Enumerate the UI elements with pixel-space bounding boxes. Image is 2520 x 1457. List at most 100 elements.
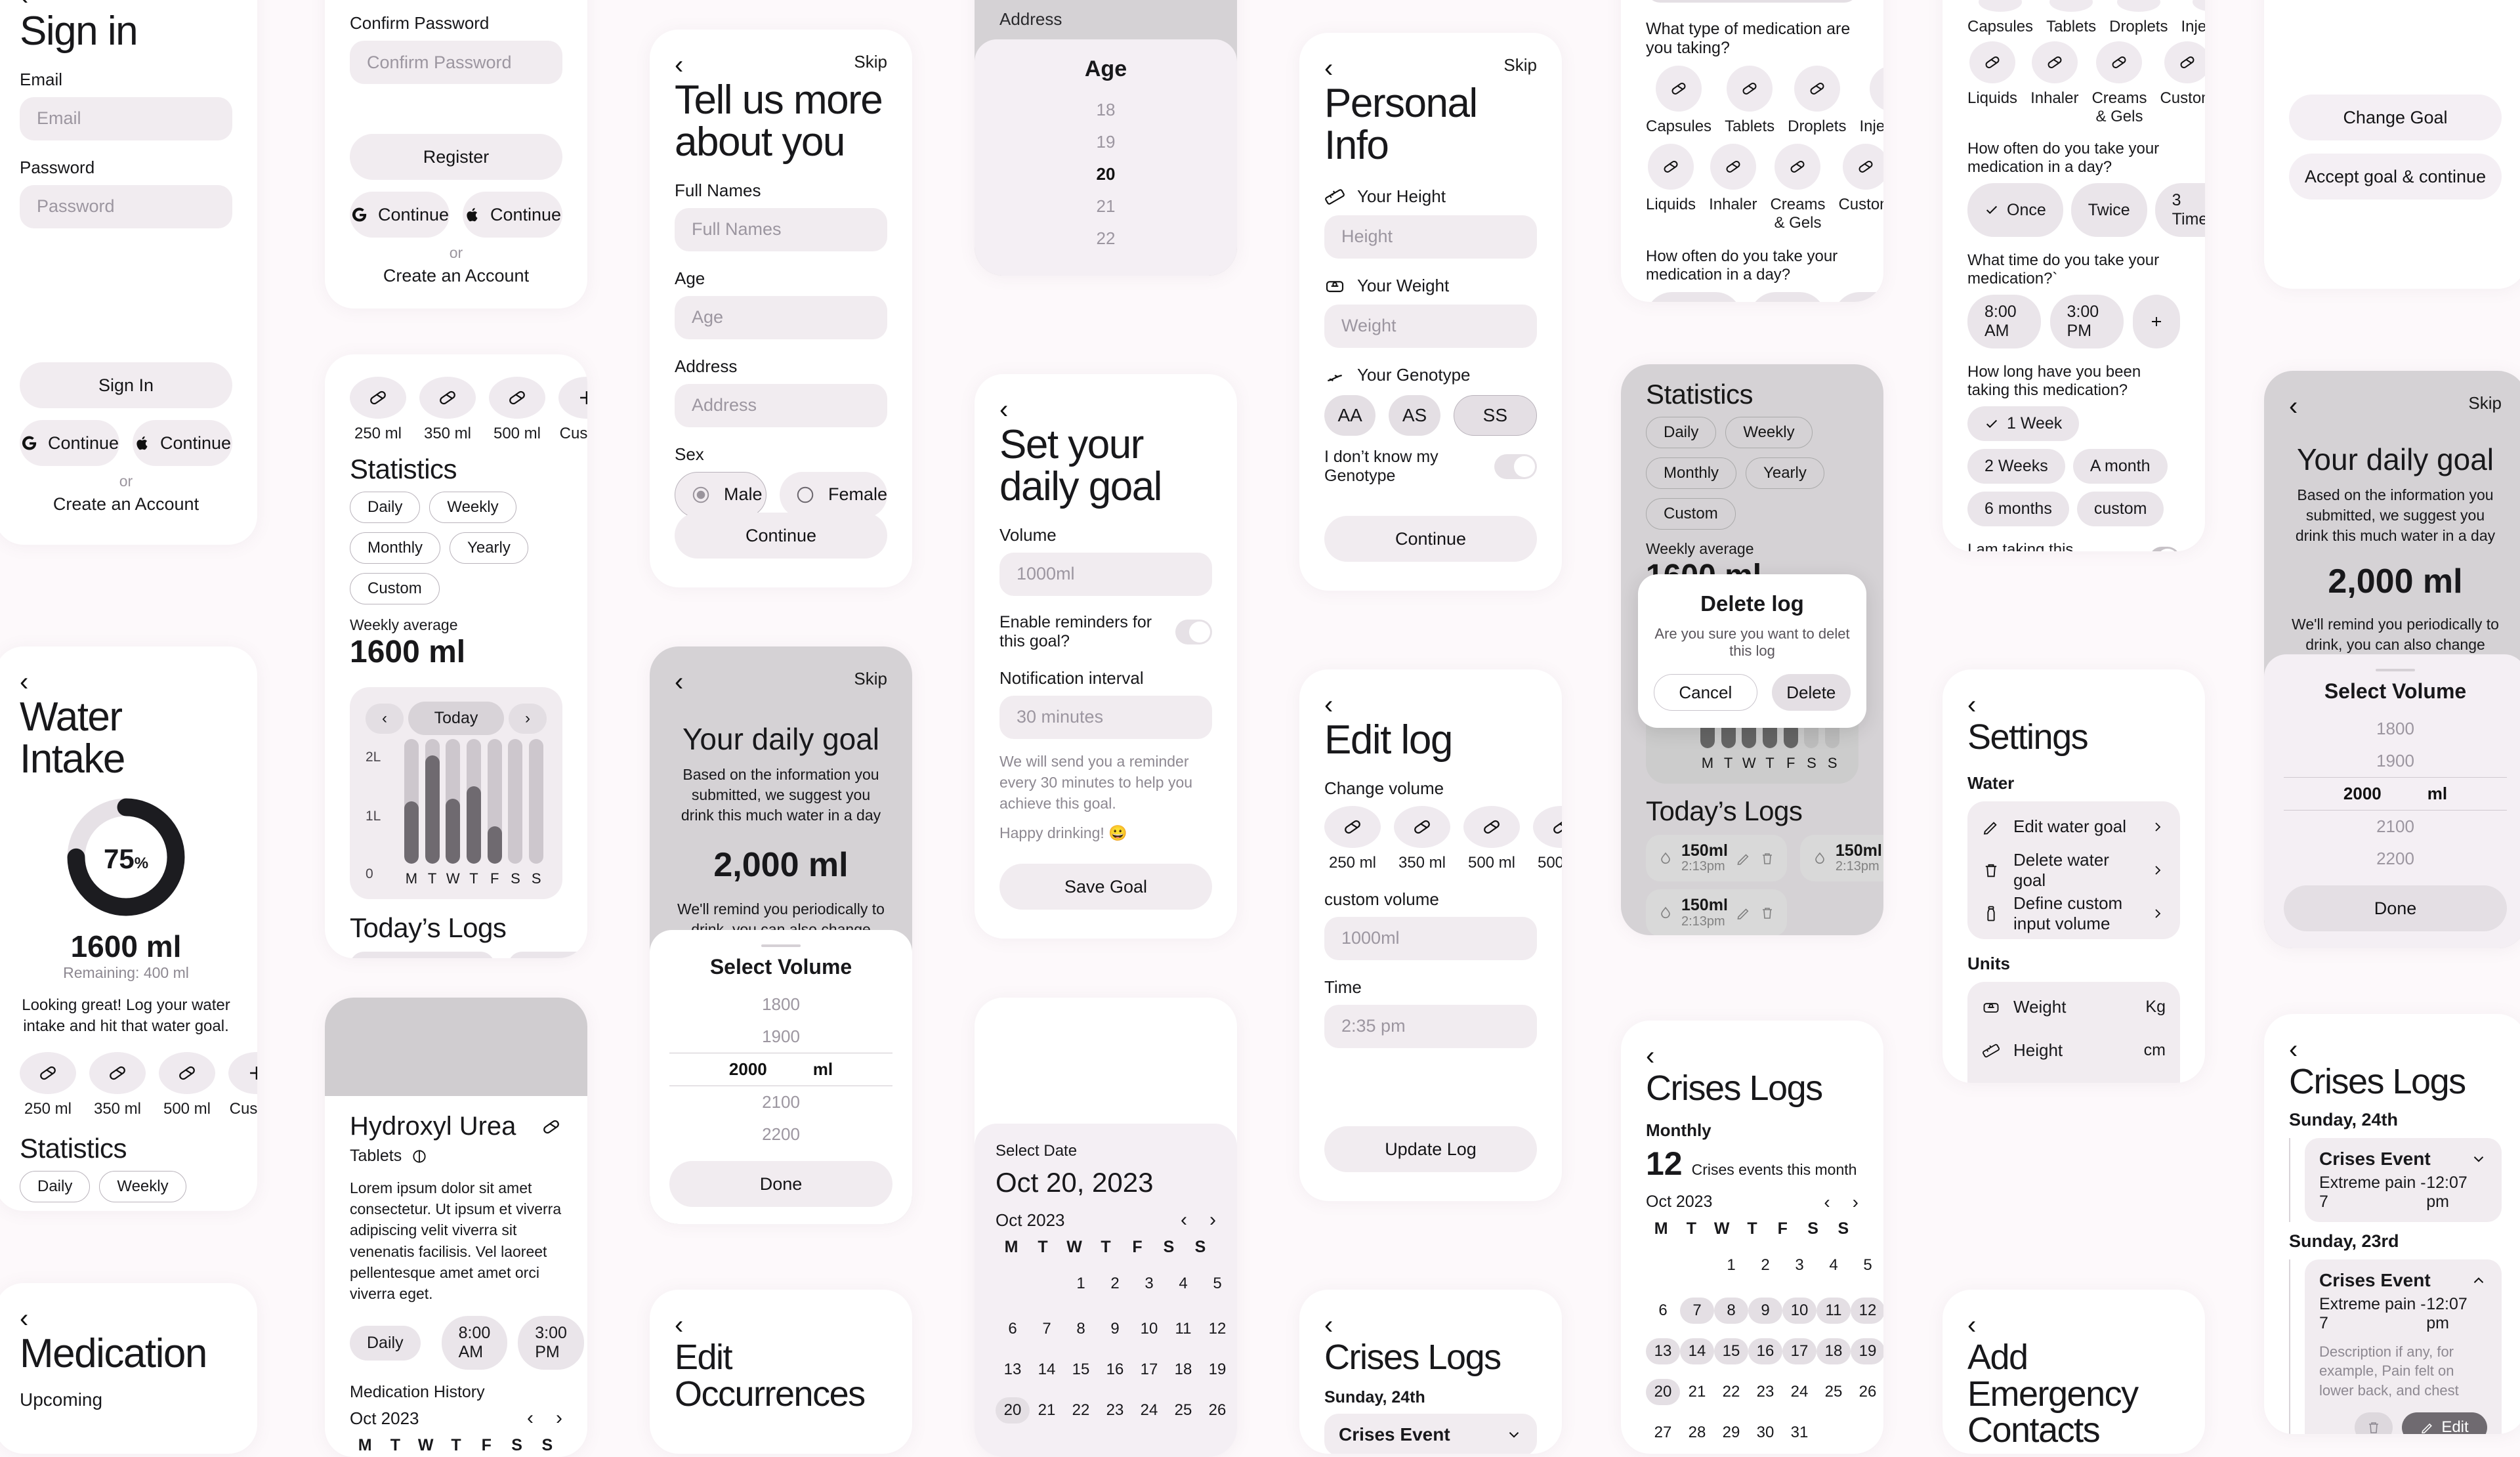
calendar-day[interactable]: 13 bbox=[996, 1349, 1030, 1390]
calendar-day[interactable]: 6 bbox=[996, 1309, 1030, 1349]
back-icon[interactable]: ‹ bbox=[1324, 55, 1333, 81]
done-button[interactable]: Done bbox=[669, 1161, 892, 1207]
password-field[interactable]: Password bbox=[20, 184, 232, 228]
back-icon[interactable]: ‹ bbox=[1324, 1312, 1537, 1338]
height-field[interactable]: Height bbox=[1324, 215, 1537, 259]
setting-delete-water-goal[interactable]: Delete water goal bbox=[1982, 849, 2166, 892]
pencil-icon[interactable] bbox=[1736, 905, 1752, 921]
sheet-handle[interactable] bbox=[2376, 669, 2415, 671]
volume-option[interactable]: 2200 bbox=[2284, 843, 2507, 875]
range-chip-daily[interactable]: Daily bbox=[350, 492, 421, 523]
calendar-day[interactable] bbox=[1680, 1245, 1714, 1290]
type-liquids[interactable]: Liquids bbox=[1967, 41, 2017, 125]
skip-button[interactable]: Skip bbox=[1503, 55, 1537, 75]
create-account-link[interactable]: Create an Account bbox=[350, 266, 562, 286]
type-droplets[interactable]: Droplets bbox=[2109, 0, 2168, 36]
calendar-day[interactable]: 12 bbox=[1200, 1309, 1234, 1349]
back-icon[interactable]: ‹ bbox=[675, 52, 683, 78]
reminders-toggle[interactable] bbox=[1175, 619, 1212, 644]
apple-signin-button[interactable]: Continue bbox=[133, 420, 232, 466]
time-pill-2[interactable]: 3:00 PM bbox=[518, 1316, 584, 1370]
calendar-day[interactable]: 2 bbox=[1098, 1263, 1132, 1309]
calendar-day[interactable]: 2 bbox=[1748, 1245, 1782, 1290]
calendar-next-icon[interactable]: › bbox=[556, 1407, 562, 1429]
crises-event-item[interactable]: Crises Event bbox=[1324, 1413, 1537, 1454]
calendar-day[interactable]: 10 bbox=[1132, 1309, 1166, 1349]
calendar-day[interactable]: 28 bbox=[1680, 1412, 1714, 1454]
add-time-button[interactable] bbox=[2133, 295, 2180, 349]
back-icon[interactable]: ‹ bbox=[1967, 692, 2180, 718]
calendar-day[interactable]: 30 bbox=[1748, 1412, 1782, 1454]
range-chip-custom[interactable]: Custom bbox=[1646, 498, 1736, 530]
continue-button[interactable]: Continue bbox=[1324, 516, 1537, 562]
range-chip-custom[interactable]: Custom bbox=[350, 573, 440, 604]
time-pill-2[interactable]: 3:00 PM bbox=[2049, 295, 2124, 349]
back-icon[interactable]: ‹ bbox=[20, 0, 232, 9]
calendar-day[interactable]: 4 bbox=[1166, 1263, 1200, 1309]
back-icon[interactable]: ‹ bbox=[2289, 393, 2298, 419]
back-icon[interactable]: ‹ bbox=[675, 669, 683, 695]
calendar-day[interactable]: 19 bbox=[1200, 1349, 1234, 1390]
calendar-day[interactable]: 18 bbox=[1166, 1349, 1200, 1390]
chart-next-button[interactable]: › bbox=[509, 703, 547, 734]
calendar-day[interactable]: 14 bbox=[1030, 1349, 1064, 1390]
type-capsules[interactable]: Capsules bbox=[1646, 66, 1712, 136]
range-chip-monthly[interactable]: Monthly bbox=[1646, 457, 1737, 489]
volume-option-selected[interactable]: 2000 bbox=[729, 1059, 767, 1080]
age-option[interactable]: 21 bbox=[994, 190, 1217, 222]
continue-button[interactable]: Continue bbox=[994, 274, 1217, 276]
back-icon[interactable]: ‹ bbox=[675, 1312, 887, 1338]
permanent-toggle[interactable] bbox=[2149, 547, 2180, 551]
duration-6months[interactable]: 6 months bbox=[1967, 492, 2069, 527]
skip-button[interactable]: Skip bbox=[854, 669, 887, 689]
signin-button[interactable]: Sign In bbox=[20, 362, 232, 408]
genotype-option-as[interactable]: AS bbox=[1389, 394, 1440, 436]
google-signin-button[interactable]: Continue bbox=[350, 192, 450, 238]
create-account-link[interactable]: Create an Account bbox=[20, 494, 232, 515]
range-chip-yearly[interactable]: Yearly bbox=[450, 532, 528, 564]
quick-add-500[interactable]: 500 ml bbox=[159, 1051, 215, 1118]
calendar-day[interactable]: 16 bbox=[1098, 1349, 1132, 1390]
address-field[interactable]: Address bbox=[675, 383, 887, 427]
calendar-day[interactable]: 3 bbox=[1782, 1245, 1816, 1290]
range-chip-daily[interactable]: Daily bbox=[1646, 417, 1717, 448]
volume-option[interactable]: 1800 bbox=[669, 988, 892, 1021]
range-chip-yearly[interactable]: Yearly bbox=[1746, 457, 1824, 489]
setting-define-custom-volume[interactable]: Define custom input volume bbox=[1982, 892, 2166, 935]
chevron-up-icon[interactable] bbox=[2470, 1272, 2487, 1289]
calendar-day[interactable]: 5 bbox=[1200, 1263, 1234, 1309]
volume-option-350[interactable]: 350 ml bbox=[1394, 805, 1450, 872]
delete-button[interactable]: Delete bbox=[1771, 674, 1851, 711]
volume-picker[interactable]: 1800 1900 2000 ml 2100 2200 bbox=[2284, 713, 2507, 875]
type-inhaler[interactable]: Inhaler bbox=[1709, 144, 1757, 232]
quick-add-350[interactable]: 350 ml bbox=[89, 1051, 146, 1118]
volume-option-selected[interactable]: 2000 bbox=[2343, 784, 2382, 804]
volume-option[interactable]: 1900 bbox=[2284, 745, 2507, 777]
calendar-day[interactable] bbox=[1646, 1245, 1680, 1290]
setting-weight-unit[interactable]: Weight Kg bbox=[1982, 986, 2166, 1029]
type-tablets[interactable]: Tablets bbox=[2046, 0, 2096, 36]
frequency-3times[interactable]: 3 Times bbox=[2154, 183, 2205, 238]
pencil-icon[interactable] bbox=[1736, 851, 1752, 866]
calendar-day[interactable]: 6 bbox=[1646, 1290, 1680, 1331]
time-pill-1[interactable]: 8:00 AM bbox=[1967, 295, 2041, 349]
calendar-day[interactable]: 23 bbox=[1098, 1390, 1132, 1431]
frequency-twice[interactable]: Twice bbox=[1749, 292, 1826, 302]
calendar-day[interactable]: 26 bbox=[1200, 1390, 1234, 1431]
register-button[interactable]: Register bbox=[350, 134, 562, 180]
quick-add-250[interactable]: 250 ml bbox=[20, 1051, 76, 1118]
type-liquids[interactable]: Liquids bbox=[1646, 144, 1696, 232]
genotype-option-aa[interactable]: AA bbox=[1324, 394, 1376, 436]
calendar-day[interactable] bbox=[996, 1263, 1030, 1309]
back-icon[interactable]: ‹ bbox=[1324, 692, 1537, 718]
type-custom[interactable]: Custom bbox=[2160, 41, 2205, 125]
calendar-day[interactable]: 23 bbox=[1748, 1372, 1782, 1412]
save-goal-button[interactable]: Save Goal bbox=[999, 864, 1212, 910]
crises-event-item-expanded[interactable]: Crises Event Extreme pain - 7 12:07 pm D… bbox=[2305, 1259, 2502, 1434]
frequency-pill[interactable]: Daily bbox=[350, 1325, 421, 1361]
calendar-prev-icon[interactable]: ‹ bbox=[1824, 1192, 1830, 1213]
calendar-day[interactable]: 8 bbox=[1064, 1309, 1098, 1349]
frequency-twice[interactable]: Twice bbox=[2070, 183, 2147, 238]
setting-height-unit[interactable]: Height cm bbox=[1982, 1029, 2166, 1072]
calendar-next-icon[interactable]: › bbox=[1209, 1209, 1216, 1231]
